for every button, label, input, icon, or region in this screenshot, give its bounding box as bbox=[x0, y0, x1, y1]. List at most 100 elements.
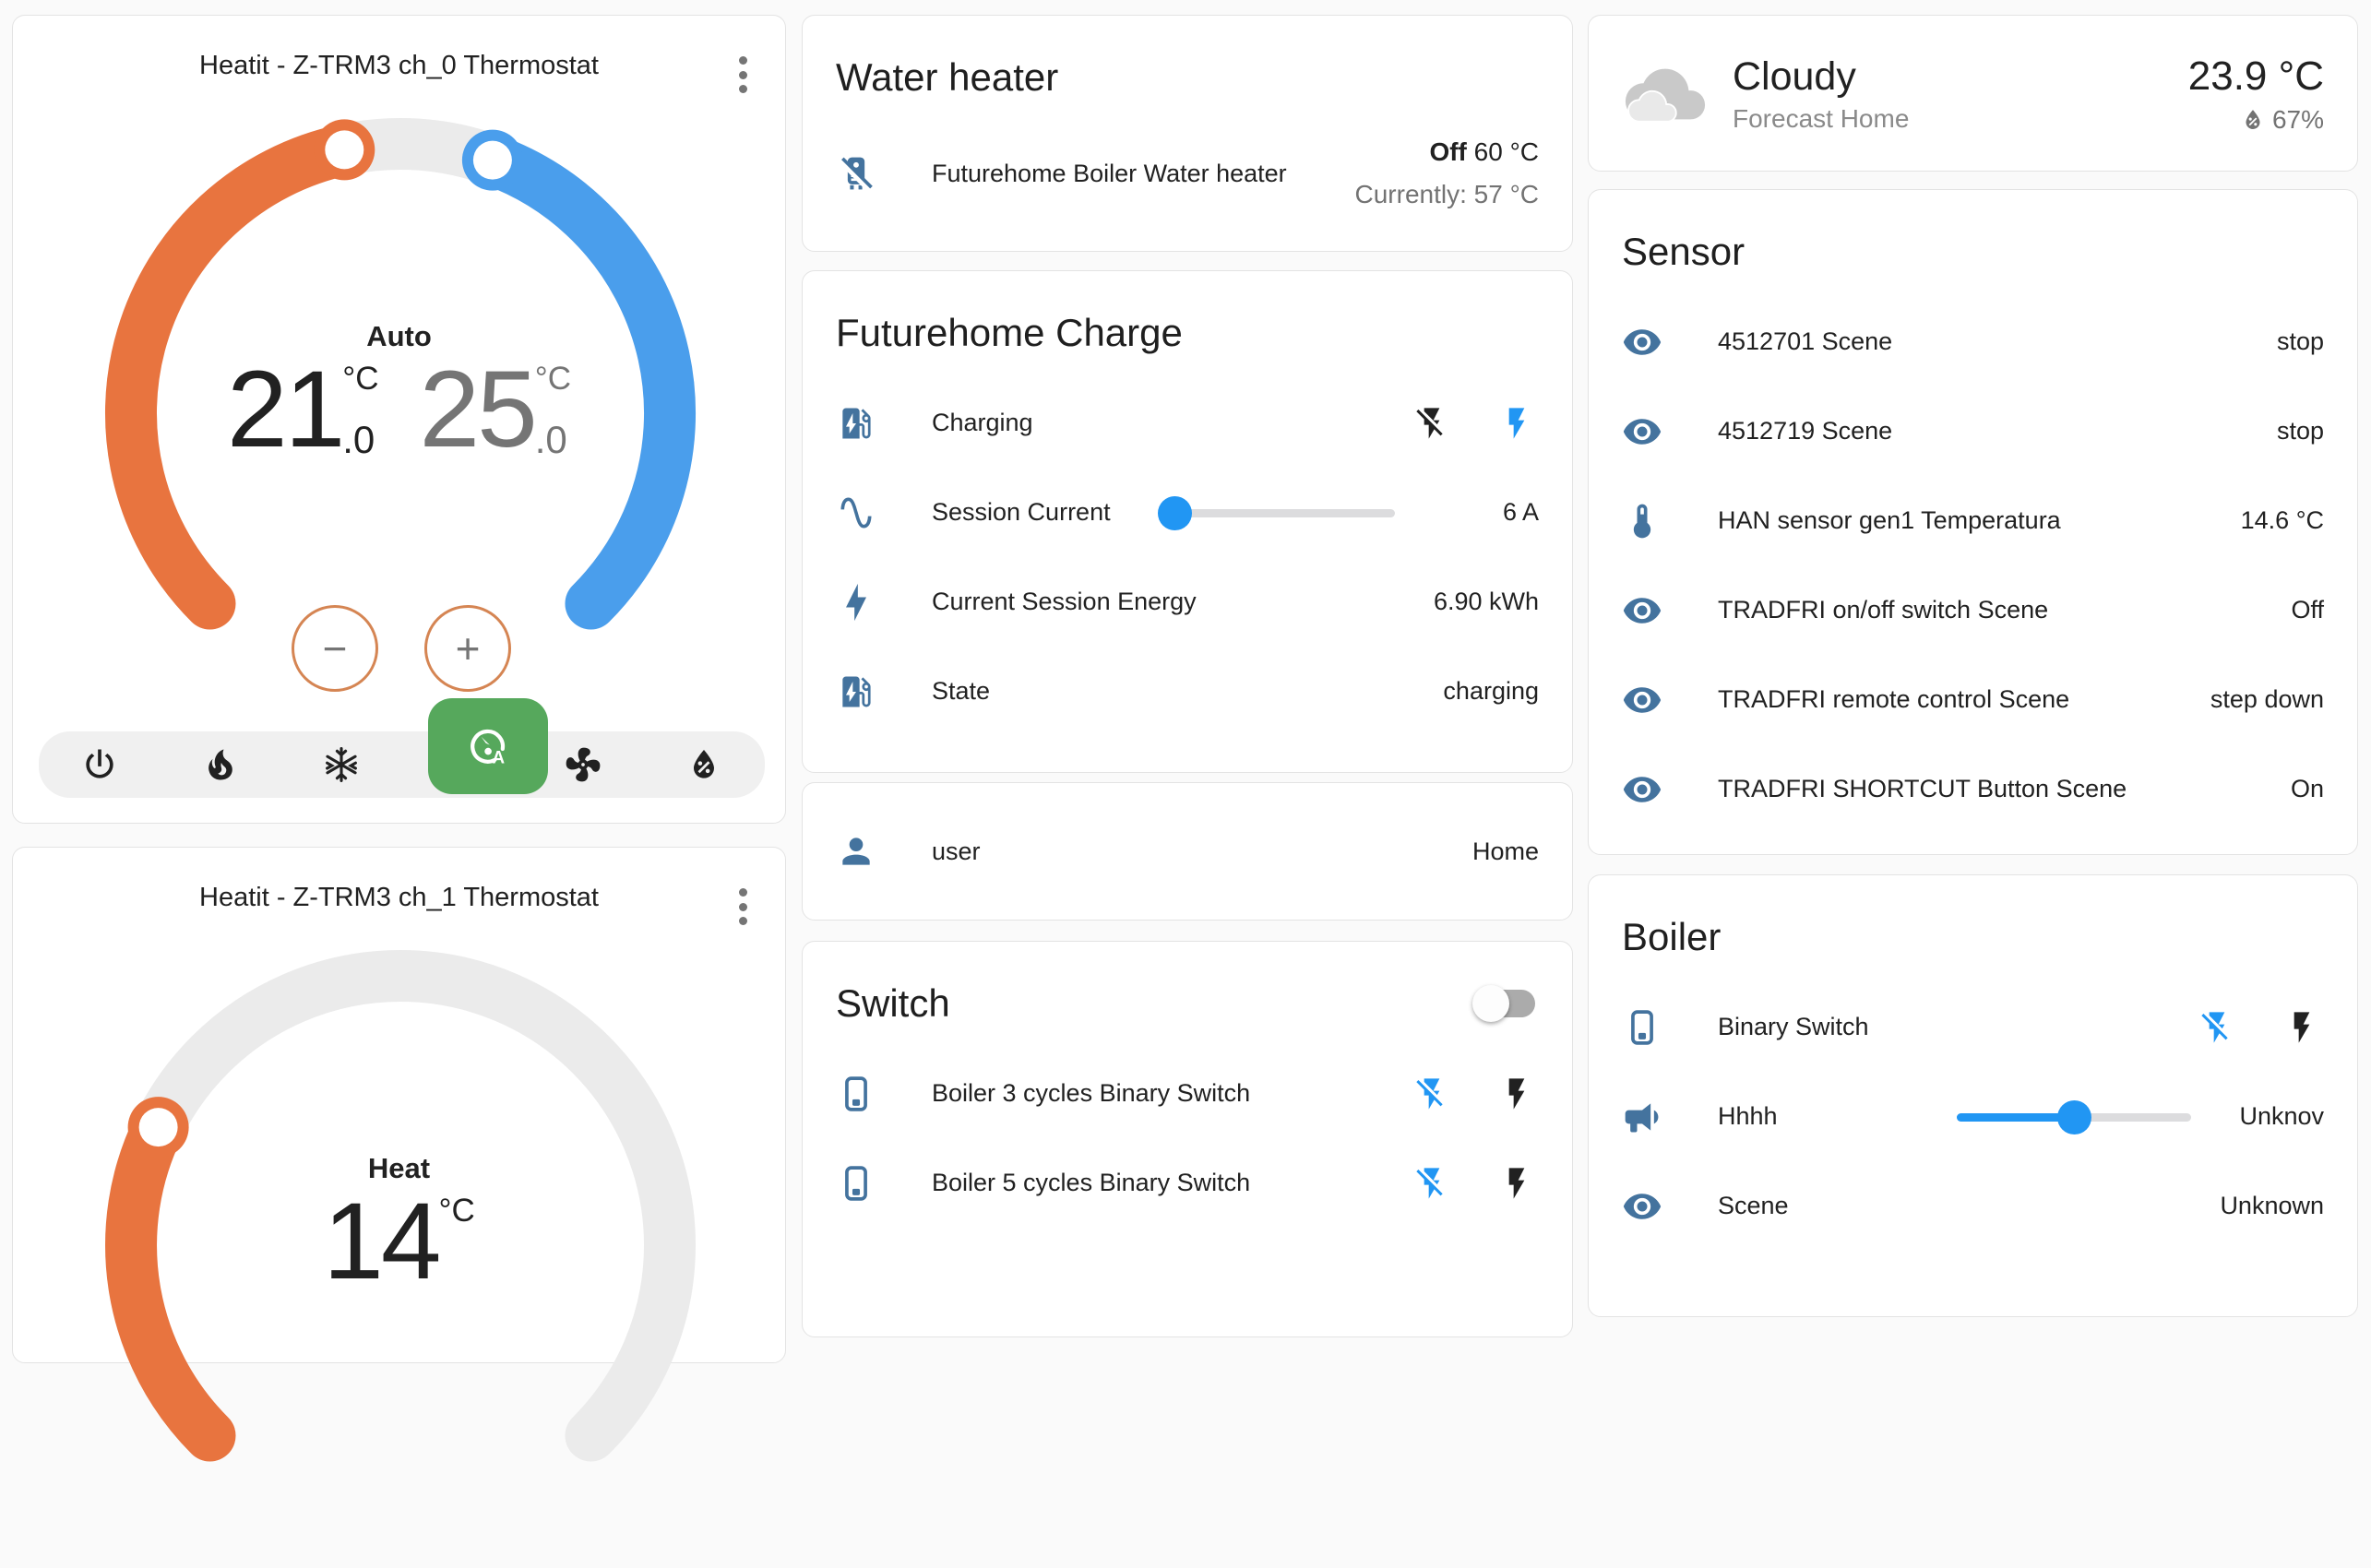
entity-name: TRADFRI remote control Scene bbox=[1718, 685, 2210, 714]
entity-value: step down bbox=[2210, 685, 2324, 714]
entity-name: Boiler 3 cycles Binary Switch bbox=[932, 1079, 1413, 1108]
entity-name: TRADFRI SHORTCUT Button Scene bbox=[1718, 775, 2291, 803]
fan-icon bbox=[563, 744, 603, 785]
card-title: Sensor bbox=[1589, 190, 2357, 297]
light-switch-icon bbox=[836, 1163, 876, 1204]
mode-dry-button[interactable] bbox=[684, 744, 724, 785]
setpoint-temperatures: 21 °C .0 25 °C .0 bbox=[13, 353, 785, 468]
increase-temperature-button[interactable]: + bbox=[424, 605, 511, 692]
low-setpoint[interactable]: 21 °C .0 bbox=[227, 353, 379, 468]
thermostat-auto-icon bbox=[466, 724, 510, 768]
hhhh-slider[interactable] bbox=[1957, 1100, 2191, 1134]
water-heater-row[interactable]: Futurehome Boiler Water heater Off 60 °C… bbox=[836, 123, 1539, 224]
card-title: Futurehome Charge bbox=[803, 271, 1572, 378]
eye-icon bbox=[1622, 590, 1662, 631]
target-temp: 60 °C bbox=[1474, 137, 1539, 166]
flash-off-icon[interactable] bbox=[1413, 1165, 1450, 1202]
entity-name: user bbox=[932, 837, 1472, 866]
ev-station-icon bbox=[836, 671, 876, 712]
mode-heat-button[interactable] bbox=[200, 744, 241, 785]
weather-subtitle: Forecast Home bbox=[1733, 104, 1909, 134]
state-row[interactable]: State charging bbox=[836, 647, 1539, 736]
switch-card: Switch Boiler 3 cycles Binary Switch Boi… bbox=[802, 941, 1573, 1337]
low-setpoint-unit: °C bbox=[342, 361, 378, 398]
entity-value: Off bbox=[2291, 596, 2324, 624]
sensor-row[interactable]: 4512701 Scene stop bbox=[1622, 297, 2324, 386]
entity-value: Unknov bbox=[2215, 1102, 2324, 1131]
entity-name: Current Session Energy bbox=[932, 588, 1434, 616]
high-setpoint[interactable]: 25 °C .0 bbox=[420, 353, 572, 468]
entity-name: 4512701 Scene bbox=[1718, 327, 2277, 356]
sensor-row[interactable]: 4512719 Scene stop bbox=[1622, 386, 2324, 476]
flash-icon[interactable] bbox=[1498, 1075, 1535, 1112]
charging-row[interactable]: Charging bbox=[836, 378, 1539, 468]
switch-toggle[interactable] bbox=[1476, 988, 1535, 1019]
more-options-button[interactable] bbox=[724, 54, 761, 95]
card-title: Switch bbox=[803, 942, 1572, 1049]
high-setpoint-value: 25 bbox=[420, 353, 535, 468]
bullhorn-icon bbox=[1622, 1097, 1662, 1137]
entity-value: stop bbox=[2277, 417, 2324, 445]
water-percent-icon bbox=[2239, 106, 2267, 134]
flash-icon[interactable] bbox=[2283, 1009, 2320, 1046]
entity-name: Binary Switch bbox=[1718, 1013, 2198, 1041]
sensor-row[interactable]: TRADFRI remote control Scene step down bbox=[1622, 655, 2324, 744]
flash-off-icon[interactable] bbox=[1413, 1075, 1450, 1112]
sensor-row[interactable]: TRADFRI on/off switch Scene Off bbox=[1622, 565, 2324, 655]
slider-thumb[interactable] bbox=[2057, 1100, 2091, 1134]
toggle-thumb[interactable] bbox=[1472, 985, 1509, 1022]
water-heater-card: Water heater Futurehome Boiler Water hea… bbox=[802, 15, 1573, 252]
hhhh-row[interactable]: Hhhh Unknov bbox=[1622, 1072, 2324, 1161]
more-options-button[interactable] bbox=[724, 886, 761, 927]
flash-off-icon[interactable] bbox=[1413, 405, 1450, 442]
water-heater-state: Off 60 °C bbox=[1429, 137, 1539, 166]
slider-thumb[interactable] bbox=[1158, 496, 1192, 530]
entity-value: Home bbox=[1472, 837, 1539, 866]
entity-name: State bbox=[932, 677, 1443, 706]
flash-icon[interactable] bbox=[1498, 405, 1535, 442]
entity-name: Session Current bbox=[932, 498, 1161, 527]
thermostat-card-ch1: Heatit - Z-TRM3 ch_1 Thermostat Heat 14 … bbox=[12, 847, 786, 1363]
hvac-mode-label: Auto bbox=[13, 320, 785, 353]
plus-icon: + bbox=[456, 624, 481, 673]
sensor-row[interactable]: HAN sensor gen1 Temperatura 14.6 °C bbox=[1622, 476, 2324, 565]
lightning-bolt-icon bbox=[836, 582, 876, 623]
futurehome-charge-card: Futurehome Charge Charging Session Curre… bbox=[802, 270, 1573, 773]
session-current-slider[interactable] bbox=[1161, 496, 1395, 529]
user-row[interactable]: user Home bbox=[836, 807, 1539, 897]
mode-auto-button-selected[interactable] bbox=[428, 698, 548, 794]
thermostat-title: Heatit - Z-TRM3 ch_0 Thermostat bbox=[13, 51, 785, 81]
session-current-row[interactable]: Session Current 6 A bbox=[836, 468, 1539, 557]
light-switch-icon bbox=[1622, 1007, 1662, 1048]
eye-icon bbox=[1622, 769, 1662, 810]
current-temp: Currently: 57 °C bbox=[1355, 180, 1540, 208]
setpoint[interactable]: 14 °C bbox=[323, 1185, 475, 1300]
entity-value: stop bbox=[2277, 327, 2324, 356]
scene-row[interactable]: Scene Unknown bbox=[1622, 1161, 2324, 1251]
mode-off-button[interactable] bbox=[79, 744, 120, 785]
entity-value: 6 A bbox=[1419, 498, 1539, 527]
entity-name: Futurehome Boiler Water heater bbox=[932, 160, 1355, 188]
binary-switch-row[interactable]: Binary Switch bbox=[1622, 982, 2324, 1072]
boiler-3-cycles-row[interactable]: Boiler 3 cycles Binary Switch bbox=[836, 1049, 1539, 1138]
weather-card[interactable]: Cloudy Forecast Home 23.9 °C 67% bbox=[1588, 15, 2358, 172]
sensor-row[interactable]: TRADFRI SHORTCUT Button Scene On bbox=[1622, 744, 2324, 834]
weather-humidity: 67% bbox=[2188, 105, 2324, 135]
session-energy-row[interactable]: Current Session Energy 6.90 kWh bbox=[836, 557, 1539, 647]
entity-name: Hhhh bbox=[1718, 1102, 1957, 1131]
low-setpoint-decimal: .0 bbox=[342, 418, 378, 462]
power-icon bbox=[79, 744, 120, 785]
flash-icon[interactable] bbox=[1498, 1165, 1535, 1202]
entity-name: TRADFRI on/off switch Scene bbox=[1718, 596, 2291, 624]
entity-name: Scene bbox=[1718, 1192, 2220, 1220]
fire-icon bbox=[200, 744, 241, 785]
boiler-5-cycles-row[interactable]: Boiler 5 cycles Binary Switch bbox=[836, 1138, 1539, 1228]
eye-icon bbox=[1622, 322, 1662, 362]
flash-off-icon[interactable] bbox=[2198, 1009, 2235, 1046]
mode-cool-button[interactable] bbox=[321, 744, 362, 785]
decrease-temperature-button[interactable]: − bbox=[292, 605, 378, 692]
mode-fan-button[interactable] bbox=[563, 744, 603, 785]
entity-name: Charging bbox=[932, 409, 1413, 437]
account-icon bbox=[836, 831, 876, 872]
minus-icon: − bbox=[323, 624, 348, 673]
